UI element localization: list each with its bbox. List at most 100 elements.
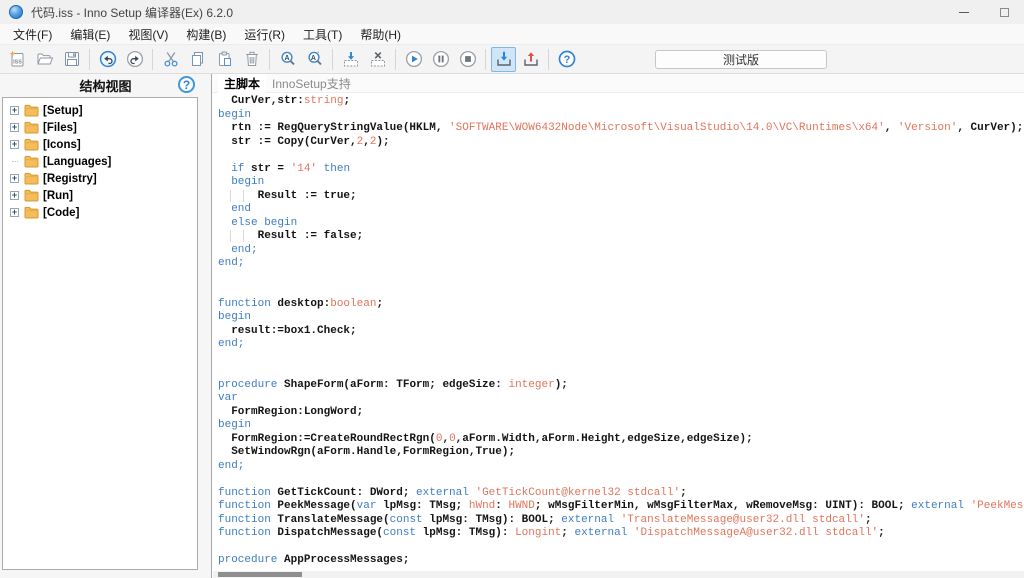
undo-icon [98,49,118,69]
expand-icon[interactable]: + [10,208,19,217]
help-icon: ? [557,49,577,69]
code-line: end; [218,257,1024,271]
copy-button[interactable] [185,47,210,72]
code-line: function DispatchMessage(const lpMsg: TM… [218,527,1024,541]
sidebar-title: 结构视图 [79,76,131,95]
scrollbar-thumb[interactable] [218,572,302,577]
find-button[interactable]: A [275,47,300,72]
copy-icon [188,49,208,69]
svg-text:A: A [310,55,315,62]
export-button[interactable] [518,47,543,72]
sidebar-item-run[interactable]: +[Run] [3,187,197,204]
pause-button[interactable] [428,47,453,72]
menu-item-3[interactable]: 视图(V) [119,24,177,45]
cut-button[interactable] [158,47,183,72]
toolbar-separator [89,49,90,70]
save-file-button[interactable] [59,47,84,72]
code-line [218,271,1024,285]
menu-item-1[interactable]: 文件(F) [4,24,61,45]
undo-button[interactable] [95,47,120,72]
code-line: begin [218,311,1024,325]
sidebar-item-registry[interactable]: +[Registry] [3,170,197,187]
code-line [218,352,1024,366]
code-line: Result := true; [218,190,1024,204]
code-line: begin [218,419,1024,433]
minimize-button[interactable] [944,0,984,24]
expand-icon[interactable]: + [10,191,19,200]
folder-icon [24,121,39,134]
svg-text:?: ? [563,54,570,66]
sidebar-item-languages[interactable]: [Languages] [3,153,197,170]
structure-sidebar: 结构视图 ? + [Setup] + [Files] +[Icons][Language… [0,74,211,578]
code-editor[interactable]: CurVer,str:string;begin rtn := RegQueryS… [212,93,1024,578]
toolbar-separator [332,49,333,70]
run-button[interactable] [401,47,426,72]
sidebar-header: 结构视图 ? [0,74,211,97]
code-line: end; [218,244,1024,258]
template-remove-button[interactable] [365,47,390,72]
horizontal-scrollbar[interactable] [213,571,1024,578]
paste-button[interactable] [212,47,237,72]
menu-bar: 文件(F)编辑(E)视图(V)构建(B)运行(R)工具(T)帮助(H) [0,24,1024,45]
expand-icon[interactable]: + [10,106,19,115]
maximize-button[interactable] [984,0,1024,24]
tree-item-label: [Setup] [43,105,83,117]
menu-item-6[interactable]: 工具(T) [294,24,351,45]
menu-item-4[interactable]: 构建(B) [177,24,235,45]
delete-button[interactable] [239,47,264,72]
sidebar-help-icon[interactable]: ? [178,76,195,93]
import-button[interactable] [491,47,516,72]
title-bar: 代码.iss - Inno Setup 编译器(Ex) 6.2.0 [0,0,1024,24]
code-line [218,365,1024,379]
code-line [218,473,1024,487]
window-controls [944,0,1024,24]
code-line [218,149,1024,163]
code-line: function GetTickCount: DWord; external '… [218,487,1024,501]
tab-主脚本[interactable]: 主脚本 [218,74,266,93]
editor-tab-bar: 主脚本InnoSetup支持 [212,74,1024,93]
expand-icon[interactable]: + [10,174,19,183]
sidebar-item-code[interactable]: +[Code] [3,204,197,221]
code-line: rtn := RegQueryStringValue(HKLM, 'SOFTWA… [218,122,1024,136]
template-remove-icon [368,49,388,69]
toolbar-separator [152,49,153,70]
code-line: FormRegion:=CreateRoundRectRgn(0,0,aForm… [218,433,1024,447]
new-script-button[interactable]: ISS [5,47,30,72]
redo-button[interactable] [122,47,147,72]
toolbar-separator [395,49,396,70]
code-line: begin [218,109,1024,123]
toolbar-separator [269,49,270,70]
tab-InnoSetup支持[interactable]: InnoSetup支持 [266,74,357,93]
menu-item-2[interactable]: 编辑(E) [61,24,119,45]
template-insert-icon [341,49,361,69]
beta-version-button[interactable]: 测试版 [655,50,827,69]
export-icon [521,49,541,69]
code-line: SetWindowRgn(aForm.Handle,FormRegion,Tru… [218,446,1024,460]
maximize-icon [1000,8,1009,17]
sidebar-item-icons[interactable]: +[Icons] [3,136,197,153]
help-button[interactable]: ? [554,47,579,72]
sidebar-item-files[interactable]: + [Files] [3,119,197,136]
code-line: Result := false; [218,230,1024,244]
replace-button[interactable]: A' [302,47,327,72]
code-line: begin [218,176,1024,190]
pause-icon [431,49,451,69]
sidebar-item-setup[interactable]: + [Setup] [3,102,197,119]
menu-item-7[interactable]: 帮助(H) [351,24,410,45]
expand-icon[interactable]: + [10,123,19,132]
template-insert-button[interactable] [338,47,363,72]
import-icon [494,49,514,69]
code-line: str := Copy(CurVer,2,2); [218,136,1024,150]
code-line: if str = '14' then [218,163,1024,177]
open-file-button[interactable] [32,47,57,72]
stop-button[interactable] [455,47,480,72]
code-line [218,284,1024,298]
svg-text:ISS: ISS [13,60,22,66]
code-line: function TranslateMessage(const lpMsg: T… [218,514,1024,528]
code-line: procedure AppProcessMessages; [218,554,1024,568]
expand-icon[interactable]: + [10,140,19,149]
code-line: function desktop:boolean; [218,298,1024,312]
delete-icon [242,49,262,69]
tree-item-label: [Files] [43,122,77,134]
menu-item-5[interactable]: 运行(R) [235,24,294,45]
